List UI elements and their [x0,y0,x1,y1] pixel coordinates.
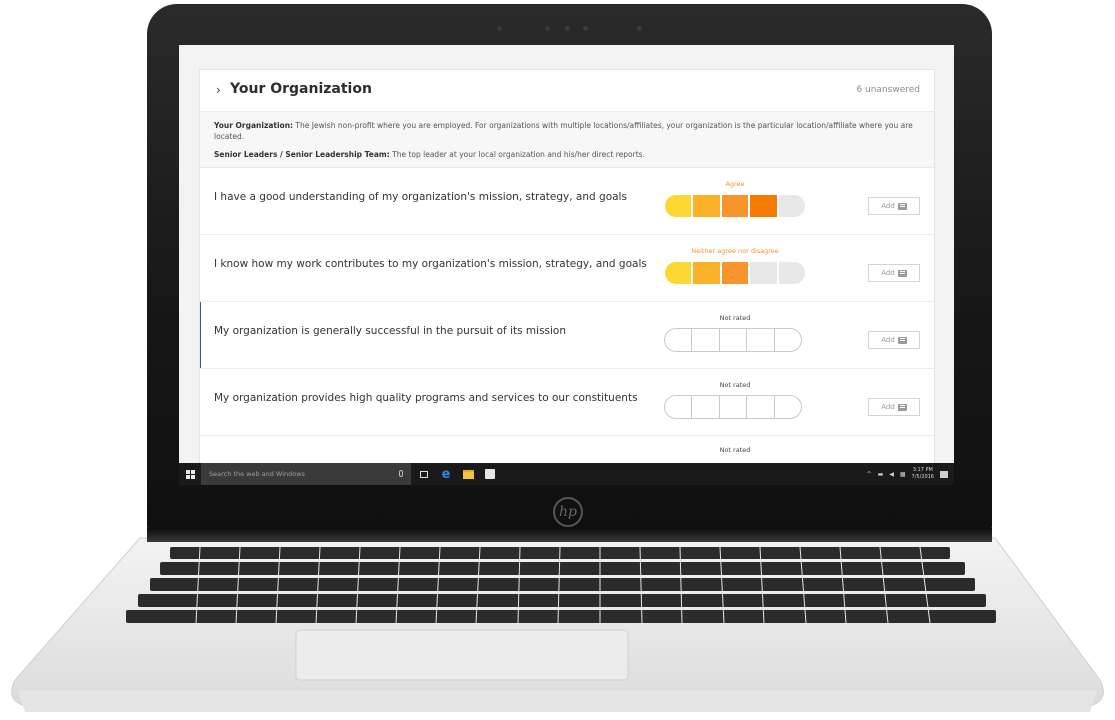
edge-button[interactable]: e [437,463,455,485]
question-row: I have a good understanding of my organi… [200,168,934,235]
question-text: I have a good understanding of my organi… [214,191,627,203]
webcam-icon [545,26,550,31]
question-row-partial: Not rated [200,436,934,466]
question-row: My organization provides high quality pr… [200,369,934,436]
add-comment-label: Add [881,269,895,277]
add-comment-button[interactable]: Add [868,197,920,215]
keyboard [126,547,996,623]
definitions: Your Organization: The Jewish non-profit… [200,112,934,168]
rating-scale [664,194,806,218]
touchpad[interactable] [295,629,629,681]
definition-organization: Your Organization: The Jewish non-profit… [214,120,920,142]
rating-option-4[interactable] [746,395,775,419]
rating-option-2[interactable] [692,194,721,218]
rating-label: Neither agree nor disagree [691,247,779,255]
sensor-dot [497,26,502,31]
taskbar: Search the web and Windows e ^ ▬ ◀ ▦ 3:1… [179,463,954,485]
rating-option-4[interactable] [749,194,778,218]
add-comment-button[interactable]: Add [868,398,920,416]
screen: › Your Organization 6 unanswered Your Or… [179,45,954,485]
add-comment-label: Add [881,336,895,344]
chevron-right-icon[interactable]: › [216,83,221,97]
add-comment-label: Add [881,202,895,210]
comment-icon [897,403,907,411]
add-comment-button[interactable]: Add [868,331,920,349]
question-row: My organization is generally successful … [200,302,934,369]
sensor-dot [583,26,588,31]
file-explorer-icon [462,469,474,479]
rating-label: Not rated [719,314,751,322]
rating-option-4[interactable] [749,261,778,285]
keyboard-icon[interactable]: ▦ [900,471,906,478]
volume-icon[interactable]: ◀ [889,471,894,478]
clock-date: 7/5/2016 [911,474,934,480]
rating-option-5[interactable] [773,395,802,419]
notification-icon[interactable] [940,470,948,478]
sensor-dot [637,26,642,31]
question-row: I know how my work contributes to my org… [200,235,934,302]
rating-option-3[interactable] [718,328,748,352]
rating-label: Not rated [719,446,751,454]
store-icon [485,469,495,479]
rating-scale [664,328,806,352]
comment-icon [897,269,907,277]
rating-scale [664,395,806,419]
rating-option-1[interactable] [664,194,693,218]
task-view-button[interactable] [415,463,433,485]
comment-icon [897,202,907,210]
hp-logo: hp [553,497,583,527]
rating-option-1[interactable] [664,261,693,285]
rating-option-3[interactable] [718,395,748,419]
unanswered-count: 6 unanswered [856,85,920,95]
search-placeholder: Search the web and Windows [209,470,305,478]
rating-label: Not rated [719,381,751,389]
file-explorer-button[interactable] [459,463,477,485]
taskbar-search-input[interactable]: Search the web and Windows [201,463,411,485]
question-text: I know how my work contributes to my org… [214,258,647,270]
rating-scale [664,261,806,285]
add-comment-label: Add [881,403,895,411]
store-button[interactable] [481,463,499,485]
start-button[interactable] [179,463,201,485]
clock[interactable]: 3:17 PM 7/5/2016 [912,467,934,481]
rating-option-2[interactable] [691,328,720,352]
question-text: My organization provides high quality pr… [214,392,638,404]
question-list: I have a good understanding of my organi… [200,168,934,436]
rating-option-2[interactable] [692,261,721,285]
definition-senior-leaders: Senior Leaders / Senior Leadership Team:… [214,149,920,160]
survey-panel: › Your Organization 6 unanswered Your Or… [199,69,935,469]
rating-option-2[interactable] [691,395,720,419]
definition-text: The Jewish non-profit where you are empl… [214,121,913,141]
definition-term: Your Organization: [214,121,294,130]
rating-option-5[interactable] [777,261,806,285]
sensor-dot [565,26,570,31]
rating-option-5[interactable] [777,194,806,218]
rating-option-5[interactable] [773,328,802,352]
rating-option-1[interactable] [664,395,693,419]
edge-browser-icon: e [441,466,451,482]
clock-time: 3:17 PM [912,467,933,473]
section-title: Your Organization [230,81,372,97]
definition-term: Senior Leaders / Senior Leadership Team: [214,150,390,159]
rating-option-3[interactable] [720,194,750,218]
rating-option-4[interactable] [746,328,775,352]
laptop-hinge [147,528,992,542]
question-text: My organization is generally successful … [214,325,567,337]
definition-text: The top leader at your local organizatio… [389,150,645,159]
battery-icon[interactable]: ▬ [878,471,884,478]
section-header[interactable]: › Your Organization 6 unanswered [200,70,934,112]
rating-label: Agree [725,180,745,188]
task-view-icon [420,470,428,478]
add-comment-button[interactable]: Add [868,264,920,282]
rating-option-1[interactable] [664,328,693,352]
windows-start-icon [185,469,195,479]
chevron-up-icon[interactable]: ^ [867,471,872,478]
rating-option-3[interactable] [720,261,750,285]
system-tray: ^ ▬ ◀ ▦ 3:17 PM 7/5/2016 [867,467,954,481]
comment-icon [897,336,907,344]
microphone-icon[interactable] [399,470,403,477]
